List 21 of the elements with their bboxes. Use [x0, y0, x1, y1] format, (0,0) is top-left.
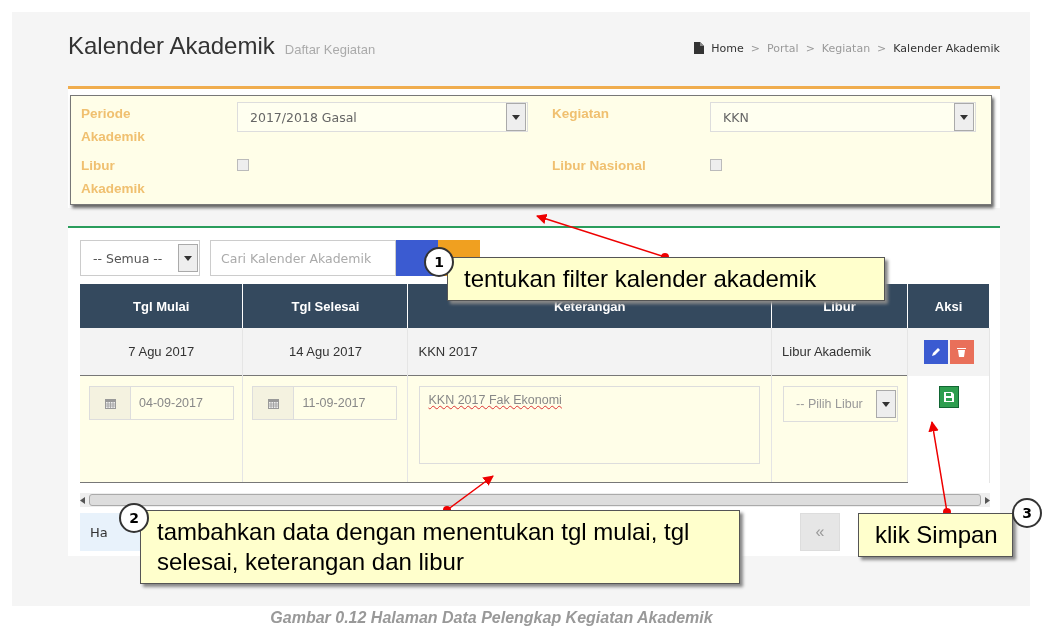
page-title: Kalender Akademik — [68, 32, 275, 60]
field-label: Libur Nasional — [552, 157, 647, 175]
annotation-tooltip: tentukan filter kalender akademik — [447, 257, 885, 301]
breadcrumb-separator: > — [750, 41, 761, 55]
field-label: Kegiatan — [552, 105, 610, 123]
column-header: Tgl Selesai — [243, 284, 408, 328]
table-cell: 7 Agu 2017 — [80, 328, 243, 376]
page-subtitle: Daftar Kegiatan — [284, 42, 376, 57]
step-number-tooltip: 3 — [1012, 498, 1042, 528]
annotation-tooltip: tambahkan data dengan menentukan tgl mulai, tgl selesai, keterangan dan libur — [140, 510, 740, 584]
table-cell: 14 Agu 2017 — [243, 328, 408, 376]
breadcrumb-separator: > — [805, 41, 815, 55]
annotation-tooltip: klik Simpan — [858, 513, 1013, 557]
field-label: Periode Akademik — [81, 105, 146, 146]
field-label: Libur Akademik — [81, 157, 146, 198]
breadcrumb-separator: > — [877, 41, 887, 55]
table-cell: KKN 2017 — [407, 328, 772, 376]
table-cell: Libur Akademik — [771, 328, 908, 376]
figure-caption: Gambar 0.12 Halaman Data Pelengkap Kegiatan Akademik — [269, 609, 714, 627]
column-header: Aksi — [907, 284, 990, 328]
column-header: Tgl Mulai — [80, 284, 243, 328]
